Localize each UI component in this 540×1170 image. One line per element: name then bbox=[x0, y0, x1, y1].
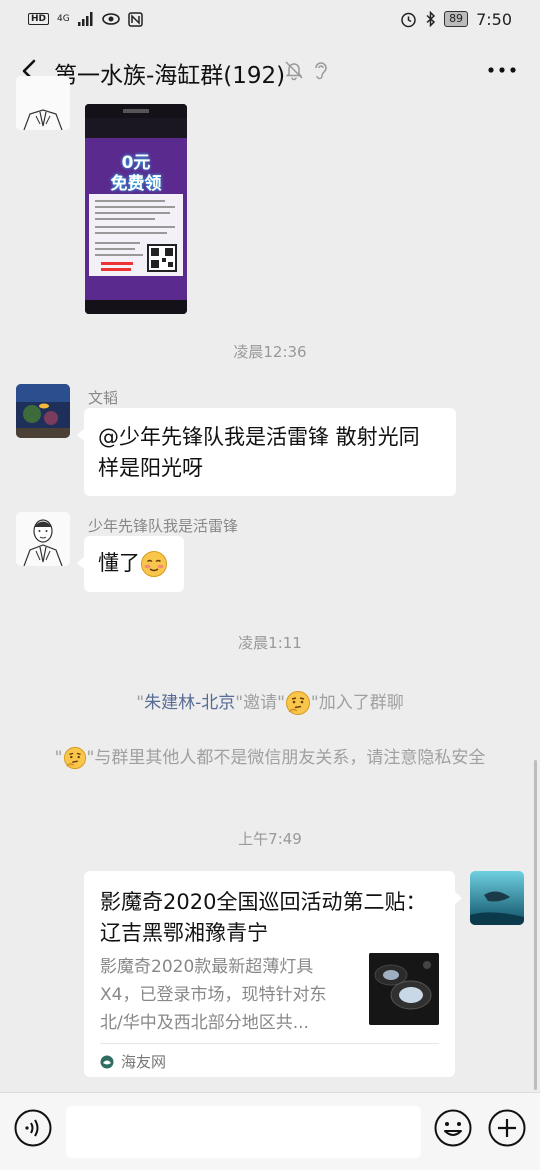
status-bar: HD 4G 89 7:50 bbox=[0, 0, 540, 38]
link-card-description: 影魔奇2020款最新超薄灯具X4，已登录市场，现特针对东北/华中及西北部分地区共… bbox=[100, 957, 327, 1033]
system-message-invite: "朱建林-北京"邀请" "加入了群聊 bbox=[40, 690, 500, 716]
aquarium-avatar-icon bbox=[16, 384, 70, 438]
more-options-icon[interactable] bbox=[486, 60, 518, 80]
ocean-avatar-icon bbox=[470, 871, 524, 925]
promo-poster-image bbox=[85, 104, 187, 314]
chat-message-list[interactable]: 0元 免费领 凌晨12:36 文韬 @少年先锋队我是活雷锋 散射光同 样是阳光呀 bbox=[0, 76, 540, 1092]
ear-icon bbox=[315, 62, 327, 80]
message-text-line: 样是阳光呀 bbox=[98, 456, 203, 480]
link-card-thumbnail bbox=[369, 953, 439, 1025]
sender-name: 少年先锋队我是活雷锋 bbox=[88, 517, 239, 535]
status-right: 89 7:50 bbox=[400, 10, 512, 29]
battery-indicator: 89 bbox=[444, 11, 469, 27]
system-text: "加入了群聊 bbox=[310, 693, 404, 713]
chat-header: 第一水族-海缸群(192) bbox=[0, 38, 540, 104]
voice-input-icon[interactable] bbox=[13, 1108, 53, 1148]
system-message-privacy: " "与群里其他人都不是微信朋友关系，请注意隐私安全 bbox=[40, 746, 500, 771]
shy-smile-emoji-icon bbox=[141, 551, 167, 577]
thinking-emoji-icon bbox=[285, 691, 310, 715]
quote-mark: " bbox=[136, 693, 145, 713]
system-text: "邀请" bbox=[235, 693, 285, 713]
quote-mark: " bbox=[54, 748, 63, 768]
timestamp: 凌晨12:36 bbox=[233, 343, 307, 361]
inviter-name-link[interactable]: 朱建林-北京 bbox=[144, 693, 235, 713]
cartoon-man-avatar-icon bbox=[16, 76, 70, 130]
eye-icon bbox=[101, 13, 120, 25]
clock: 7:50 bbox=[476, 9, 512, 29]
lamp-product-image bbox=[369, 953, 439, 1025]
scrollbar[interactable] bbox=[534, 760, 537, 1090]
avatar[interactable] bbox=[16, 384, 70, 438]
thinking-emoji-icon bbox=[63, 746, 86, 770]
signal-icon bbox=[77, 12, 93, 26]
input-bar bbox=[0, 1092, 540, 1170]
chat-title: 第一水族-海缸群(192) bbox=[54, 63, 286, 89]
shared-image-message[interactable]: 0元 免费领 bbox=[85, 104, 187, 314]
link-card-source: 海友网 bbox=[100, 1051, 166, 1072]
message-text: 懂了 bbox=[98, 551, 140, 575]
bluetooth-icon bbox=[426, 11, 436, 27]
add-more-icon[interactable] bbox=[487, 1108, 527, 1148]
system-text: "与群里其他人都不是微信朋友关系，请注意隐私安全 bbox=[86, 748, 486, 768]
wechat-chat-screen: HD 4G 89 7:50 第一水族-海缸群(192) 0元 免费领 凌晨12:… bbox=[0, 0, 540, 1170]
sender-name: 文韬 bbox=[88, 389, 119, 407]
link-card-source-name: 海友网 bbox=[121, 1053, 167, 1071]
site-logo-icon bbox=[100, 1055, 114, 1068]
hd-indicator: HD bbox=[28, 13, 50, 25]
message-input[interactable] bbox=[66, 1106, 421, 1158]
timestamp: 凌晨1:11 bbox=[238, 634, 302, 652]
message-text-line: @少年先锋队我是活雷锋 散射光同 bbox=[98, 425, 420, 449]
nfc-icon bbox=[127, 11, 143, 27]
mute-bell-icon bbox=[285, 61, 303, 81]
link-card-divider bbox=[100, 1043, 439, 1044]
timestamp: 上午7:49 bbox=[238, 830, 302, 848]
emoji-picker-icon[interactable] bbox=[433, 1108, 473, 1148]
cartoon-man-avatar-icon bbox=[16, 512, 70, 566]
link-card-title: 影魔奇2020全国巡回活动第二贴： 辽吉黑鄂湘豫青宁 bbox=[100, 890, 427, 945]
avatar[interactable] bbox=[16, 76, 70, 130]
network-type: 4G bbox=[57, 13, 70, 24]
my-avatar[interactable] bbox=[470, 871, 524, 925]
message-bubble[interactable]: @少年先锋队我是活雷锋 散射光同 样是阳光呀 bbox=[77, 408, 456, 496]
poster-banner-line2: 免费领 bbox=[110, 174, 162, 194]
alarm-icon bbox=[401, 12, 416, 27]
link-card-message[interactable]: 影魔奇2020全国巡回活动第二贴： 辽吉黑鄂湘豫青宁 影魔奇2020款最新超薄灯… bbox=[84, 871, 462, 1077]
message-bubble[interactable]: 懂了 bbox=[77, 536, 184, 592]
avatar[interactable] bbox=[16, 512, 70, 566]
status-left: HD 4G bbox=[28, 11, 143, 27]
